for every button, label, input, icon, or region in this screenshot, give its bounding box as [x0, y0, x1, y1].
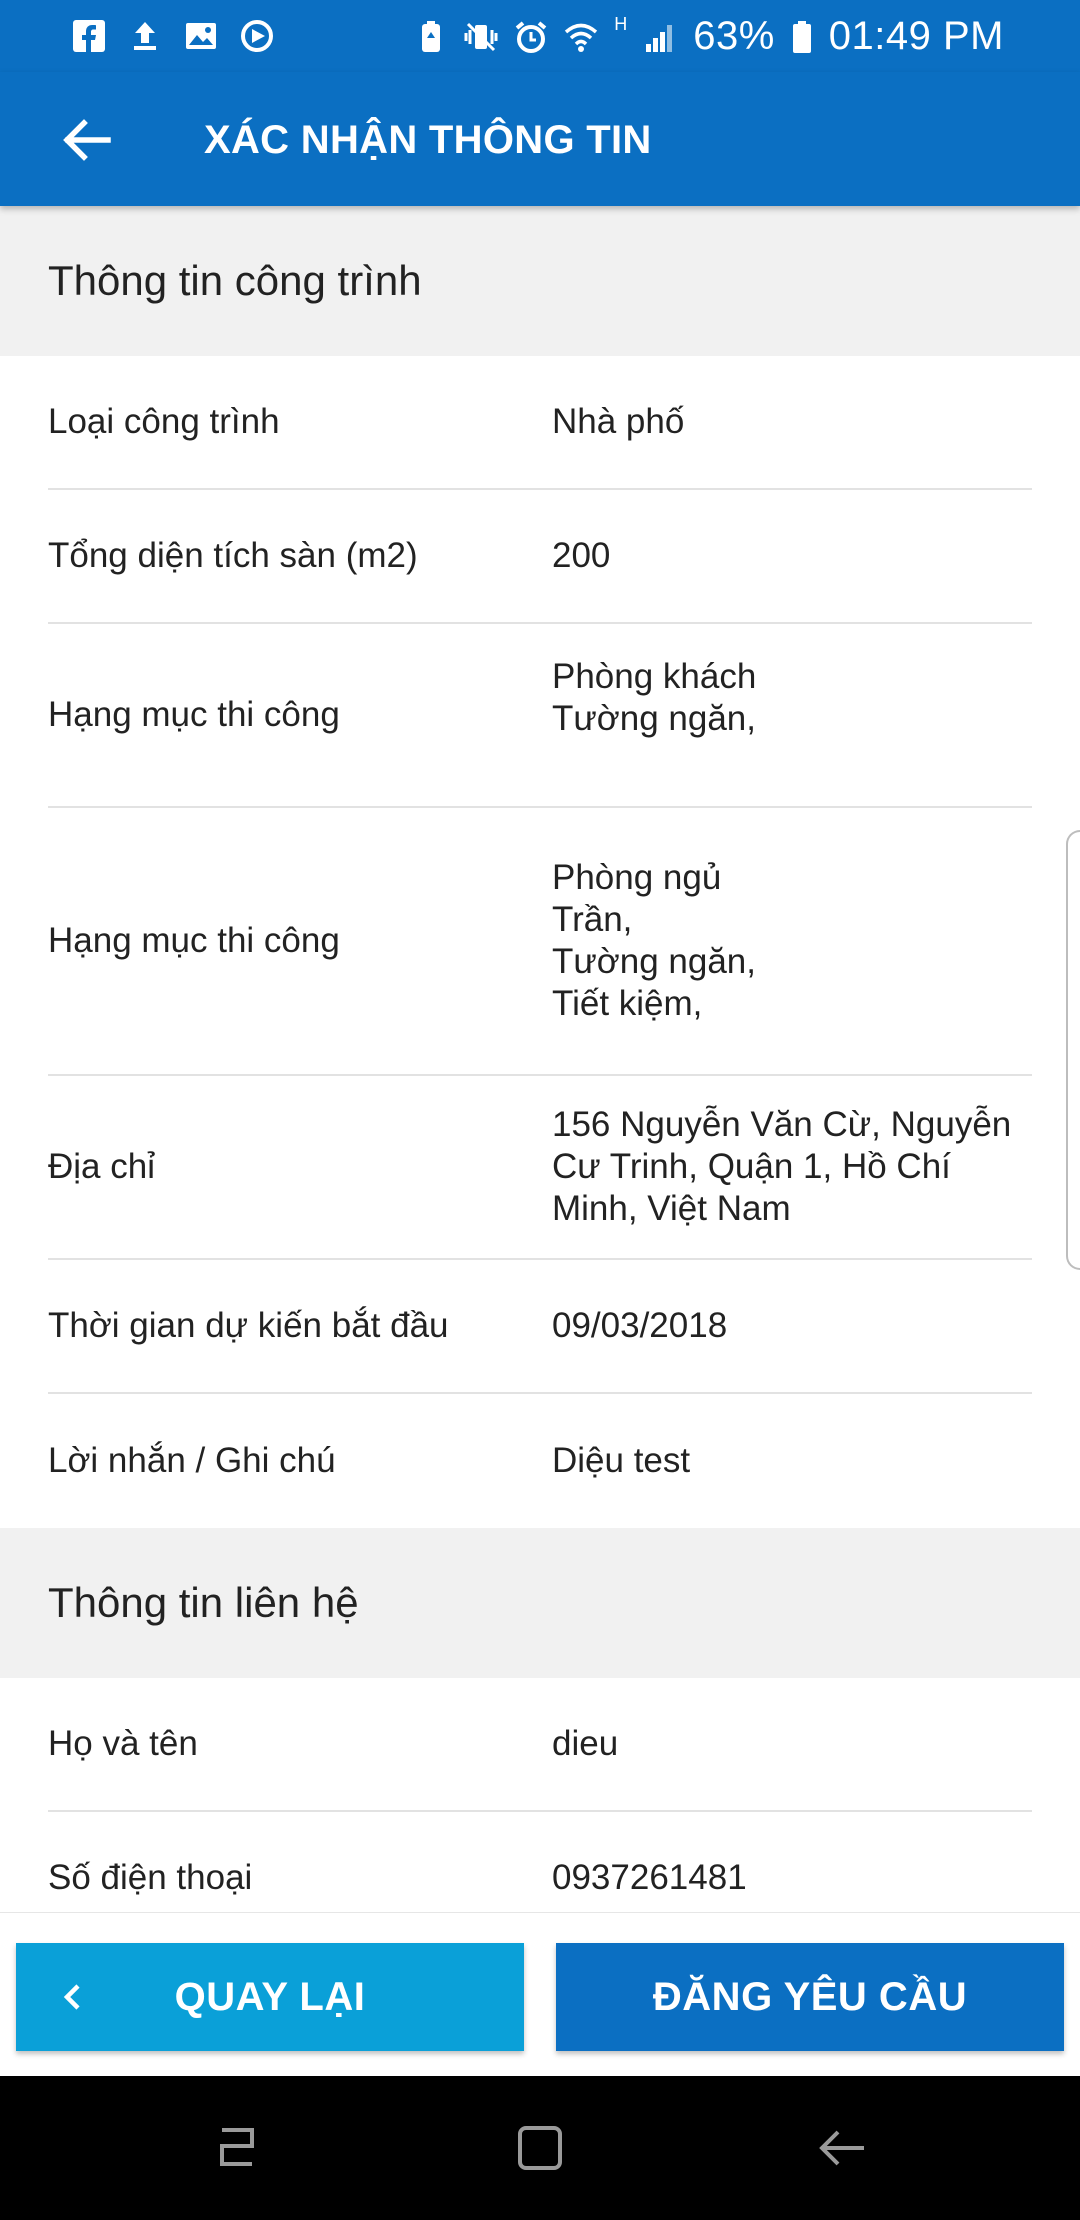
- row-label: Tổng diện tích sàn (m2): [48, 536, 418, 575]
- row-label: Hạng mục thi công: [48, 921, 340, 960]
- system-icons: H 63% 01:49 PM: [414, 10, 1004, 62]
- row-label: Loại công trình: [48, 402, 280, 441]
- back-button[interactable]: [60, 106, 156, 178]
- vibrate-icon: [464, 19, 498, 53]
- row-label: Lời nhắn / Ghi chú: [48, 1441, 336, 1480]
- app-bar: XÁC NHẬN THÔNG TIN: [0, 72, 1080, 206]
- row-label: Địa chỉ: [48, 1147, 155, 1186]
- row-value: Diệu test: [552, 1441, 691, 1480]
- info-row-note: Lời nhắn / Ghi chú Diệu test: [48, 1394, 1032, 1528]
- row-value: 09/03/2018: [552, 1306, 728, 1345]
- info-row-work-item: Hạng mục thi công Phòng ngủ Trần, Tường …: [48, 808, 1032, 1076]
- row-label: Hạng mục thi công: [48, 695, 340, 734]
- status-bar: H 63% 01:49 PM: [0, 0, 1080, 72]
- info-row-phone: Số điện thoại 0937261481: [48, 1812, 1032, 1912]
- info-row-address: Địa chỉ 156 Nguyễn Văn Cừ, Nguyễn Cư Tri…: [48, 1076, 1032, 1260]
- network-type: H: [614, 14, 628, 34]
- back-action-button[interactable]: QUAY LẠI: [16, 1943, 524, 2051]
- info-row-floor-area: Tổng diện tích sàn (m2) 200: [48, 490, 1032, 624]
- row-value: Phòng khách Tường ngăn,: [552, 657, 757, 738]
- arrow-left-icon: [60, 114, 112, 171]
- battery-percent: 63%: [693, 14, 775, 58]
- row-value: 156 Nguyễn Văn Cừ, Nguyễn Cư Trinh, Quận…: [552, 1105, 1012, 1228]
- row-value: 200: [552, 536, 611, 575]
- upload-icon: [128, 19, 162, 53]
- row-value: dieu: [552, 1724, 619, 1763]
- row-label: Họ và tên: [48, 1724, 198, 1763]
- notification-icons: [72, 14, 274, 58]
- nav-back-icon[interactable]: [812, 2118, 872, 2178]
- submit-request-button[interactable]: ĐĂNG YÊU CẦU: [556, 1943, 1064, 2051]
- row-value: Nhà phố: [552, 402, 685, 441]
- home-icon[interactable]: [510, 2118, 570, 2178]
- clock: 01:49 PM: [828, 14, 1004, 58]
- section-header-project: Thông tin công trình: [0, 206, 1080, 356]
- row-label: Thời gian dự kiến bắt đầu: [48, 1306, 449, 1345]
- chevron-left-icon: [46, 1971, 98, 2023]
- recent-apps-icon[interactable]: [208, 2118, 268, 2178]
- info-row-start-date: Thời gian dự kiến bắt đầu 09/03/2018: [48, 1260, 1032, 1394]
- info-row-work-item: Hạng mục thi công Phòng khách Tường ngăn…: [48, 624, 1032, 808]
- signal-icon: [643, 19, 677, 53]
- action-bar: QUAY LẠI ĐĂNG YÊU CẦU: [0, 1912, 1080, 2076]
- row-label: Số điện thoại: [48, 1858, 253, 1897]
- battery-saver-icon: [414, 19, 448, 53]
- navigation-bar: [0, 2076, 1080, 2220]
- edge-panel-handle[interactable]: [1066, 830, 1080, 1270]
- submit-request-label: ĐĂNG YÊU CẦU: [652, 1974, 968, 2019]
- info-row-full-name: Họ và tên dieu: [48, 1678, 1032, 1812]
- alarm-icon: [514, 19, 548, 53]
- wifi-icon: [564, 19, 598, 53]
- sync-icon: [240, 19, 274, 53]
- confirmation-content[interactable]: Thông tin công trình Loại công trình Nhà…: [0, 206, 1080, 1912]
- info-row-project-type: Loại công trình Nhà phố: [48, 356, 1032, 490]
- image-icon: [184, 19, 218, 53]
- battery-icon: [791, 19, 813, 53]
- facebook-icon: [72, 19, 106, 53]
- row-value: 0937261481: [552, 1858, 747, 1897]
- back-action-label: QUAY LẠI: [174, 1974, 366, 2019]
- row-value: Phòng ngủ Trần, Tường ngăn, Tiết kiệm,: [552, 858, 757, 1023]
- page-title: XÁC NHẬN THÔNG TIN: [204, 118, 652, 162]
- section-header-contact: Thông tin liên hệ: [0, 1528, 1080, 1678]
